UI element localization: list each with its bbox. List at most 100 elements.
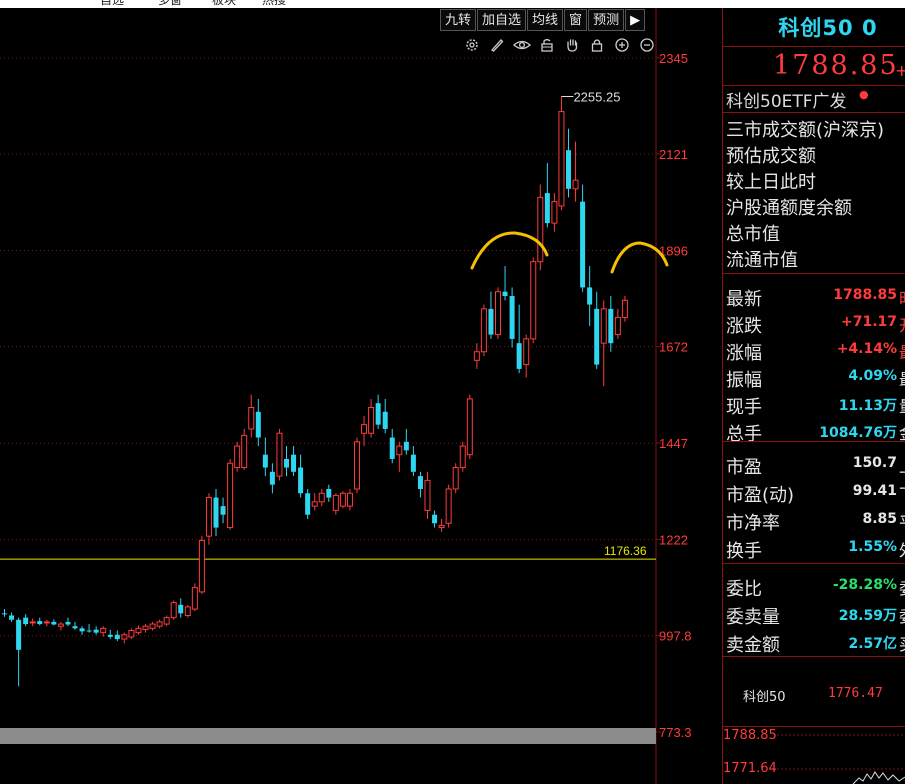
add-watchlist-button[interactable]: 加自选 <box>477 9 527 31</box>
candle-body <box>466 398 473 456</box>
candle-body <box>121 634 128 640</box>
candle-body <box>114 634 120 640</box>
candle-body <box>227 462 234 529</box>
hand-icon[interactable] <box>559 35 584 55</box>
zoom-out-icon[interactable] <box>634 35 659 55</box>
candle-body <box>608 308 614 344</box>
quote-row-label: 换手 <box>726 541 762 562</box>
divider <box>723 112 905 113</box>
candle-body <box>424 479 431 511</box>
zoom-in-icon[interactable] <box>609 35 634 55</box>
candle-body <box>368 407 375 434</box>
quote-row: 换手 1.55%外 <box>723 535 905 563</box>
window-button[interactable]: 窗 <box>564 9 588 31</box>
candle-body <box>530 261 537 340</box>
divider <box>723 85 905 86</box>
candle-body <box>566 150 571 189</box>
candle-body <box>205 497 212 537</box>
candle-body <box>311 501 318 507</box>
divider <box>723 46 905 47</box>
quote-row-value: 2.57亿 <box>848 636 897 652</box>
index-label: 科创50 <box>743 690 786 705</box>
related-etf-link[interactable]: 科创50ETF广发 <box>726 87 847 112</box>
chart-toolbar: 九转 加自选 均线 窗 预测 ▶ <box>440 9 646 31</box>
quote-row: 市盈 150.7上 <box>723 451 905 479</box>
forecast-button[interactable]: 预测 <box>588 9 625 31</box>
candle-body <box>417 476 423 489</box>
quote-row-value: 99.41 <box>852 483 897 499</box>
quote-row-next-label: 开 <box>899 312 905 336</box>
candle-body <box>580 201 586 288</box>
divider <box>723 726 905 727</box>
candle-body <box>51 621 57 625</box>
candle-body <box>389 437 395 459</box>
pen-icon[interactable] <box>484 35 509 55</box>
divider <box>723 273 905 274</box>
candle-body <box>184 606 191 616</box>
candle-body <box>198 539 205 593</box>
candle-body <box>382 411 388 429</box>
candle-body <box>220 506 226 515</box>
candle-body <box>480 308 487 353</box>
candle-body <box>305 493 311 515</box>
etf-status-dot: ● <box>859 88 869 101</box>
quote-row: 涨幅 +4.14%最 <box>723 337 905 365</box>
quote-row-next-label: 最 <box>899 339 905 363</box>
candle-body <box>537 196 544 263</box>
candle-body <box>276 432 283 477</box>
candle-body <box>621 299 628 318</box>
quote-row-label: 市盈(动) <box>726 485 795 506</box>
y-tick-label: 2345 <box>659 51 688 66</box>
quote-row: 现手 11.13万量 <box>723 391 905 419</box>
quote-row: 委卖量 28.59万委 <box>723 601 905 629</box>
moving-average-button[interactable]: 均线 <box>527 9 564 31</box>
quote-row: 卖金额 2.57亿买 <box>723 629 905 657</box>
candle-body <box>544 193 550 224</box>
divider <box>723 563 905 564</box>
candle-body <box>488 308 494 335</box>
candle-body <box>614 316 621 336</box>
quote-row-next-label: 平 <box>899 509 905 533</box>
quote-row-next-label: 量 <box>899 393 905 417</box>
quote-row-label: 总手 <box>726 424 762 445</box>
candle-body <box>432 514 438 524</box>
y-tick-label: 2121 <box>659 147 688 162</box>
candle-body <box>326 488 332 498</box>
quote-row: 最新 1788.85时 <box>723 283 905 311</box>
collapse-panel-icon[interactable]: ▶ <box>625 9 646 31</box>
mini-chart-high-label: 1788.85 <box>723 728 777 743</box>
quote-row-label: 市盈 <box>726 457 762 478</box>
candle-body <box>551 201 558 224</box>
quote-row-value: 4.09% <box>848 368 897 384</box>
candle-body <box>572 179 579 190</box>
price-change-sign: + <box>895 61 905 80</box>
jiuzhuan-button[interactable]: 九转 <box>440 9 477 31</box>
eye-icon[interactable] <box>509 35 534 55</box>
candle-body <box>149 623 156 629</box>
quote-row-next-label: 下 <box>899 481 905 505</box>
divider <box>723 656 905 657</box>
gear-icon[interactable] <box>459 35 484 55</box>
candle-body <box>502 291 508 297</box>
candle-body <box>339 492 346 507</box>
candle-body <box>291 454 297 472</box>
lock-open-icon[interactable] <box>534 35 559 55</box>
candle-body <box>156 621 163 627</box>
candlestick-chart[interactable]: 234521211896167214471222997.8773.31176.3… <box>0 0 722 784</box>
quote-row-value: 8.85 <box>862 511 897 527</box>
quote-row-next-label: 委 <box>899 603 905 627</box>
quote-row-label: 现手 <box>726 397 762 418</box>
lock-icon[interactable] <box>584 35 609 55</box>
candle-body <box>93 629 99 633</box>
y-tick-label: 773.3 <box>659 725 692 740</box>
candle-body <box>523 338 530 366</box>
candle-body <box>16 619 22 650</box>
total-market-cap-label: 总市值 <box>726 224 780 245</box>
quote-row-value: 1084.76万 <box>819 425 897 441</box>
candle-body <box>410 454 416 472</box>
quote-row-value: 11.13万 <box>838 398 897 414</box>
candle-body <box>65 621 71 625</box>
quote-row-next-label: 买 <box>899 631 905 655</box>
candle-body <box>495 291 501 336</box>
candle-body <box>2 613 7 615</box>
